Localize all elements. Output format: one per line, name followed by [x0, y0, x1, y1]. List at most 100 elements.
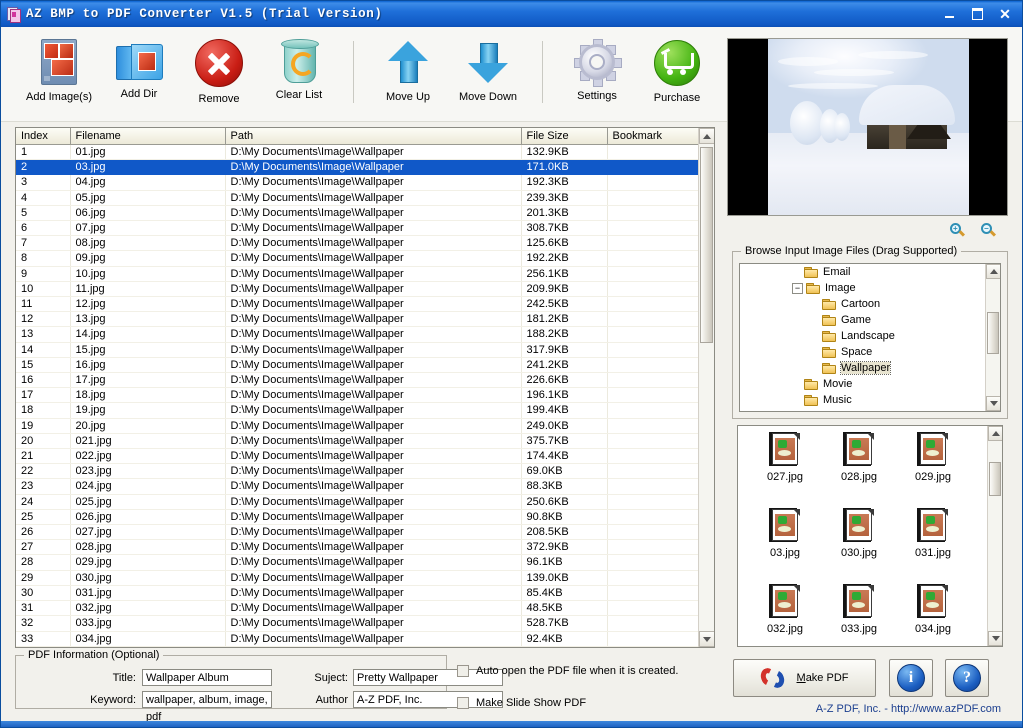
table-row[interactable]: 3 04.jpg D:\My Documents\Image\Wallpaper 19… [16, 174, 700, 191]
tree-scroll-up-arrow[interactable] [986, 264, 1000, 279]
table-row[interactable]: 30 031.jpg D:\My Documents\Image\Wallpaper… [16, 585, 700, 602]
thumbnail-scrollbar[interactable] [987, 426, 1002, 646]
image-preview[interactable] [727, 38, 1008, 216]
thumbnail-item[interactable]: 031.jpg [896, 508, 970, 584]
table-row[interactable]: 28 029.jpg D:\My Documents\Image\Wallpaper… [16, 554, 700, 571]
file-list-scrollbar[interactable] [698, 128, 714, 647]
zoom-in-icon[interactable]: + [950, 222, 966, 238]
zoom-out-icon[interactable]: − [981, 222, 997, 238]
table-row[interactable]: 23 024.jpg D:\My Documents\Image\Wallpaper… [16, 478, 700, 495]
table-row[interactable]: 1 01.jpg D:\My Documents\Image\Wallpaper 13… [16, 144, 700, 161]
table-row[interactable]: 11 12.jpg D:\My Documents\Image\Wallpaper 2… [16, 296, 700, 313]
thumbnail-item[interactable]: 030.jpg [822, 508, 896, 584]
tree-item-space[interactable]: Space [740, 344, 1000, 360]
table-row[interactable]: 16 17.jpg D:\My Documents\Image\Wallpaper 2… [16, 372, 700, 389]
footer-link[interactable]: A-Z PDF, Inc. - http://www.azPDF.com [727, 703, 1011, 715]
clear-list-button[interactable]: Clear List [259, 27, 339, 119]
column-header-path[interactable]: Path [225, 128, 522, 145]
scroll-down-arrow[interactable] [699, 631, 714, 647]
slide-show-checkbox-row[interactable]: Make Slide Show PDF [457, 697, 586, 709]
move-up-button[interactable]: Move Up [368, 27, 448, 119]
table-row[interactable]: 5 06.jpg D:\My Documents\Image\Wallpaper 20… [16, 205, 700, 222]
file-list[interactable]: Index Filename Path File Size Bookmark 1… [15, 127, 715, 648]
add-dir-button[interactable]: Add Dir [99, 27, 179, 119]
cell-filesize: 375.7KB [521, 433, 608, 450]
column-header-filename[interactable]: Filename [70, 128, 226, 145]
add-images-button[interactable]: Add Image(s) [19, 27, 99, 119]
table-row[interactable]: 24 025.jpg D:\My Documents\Image\Wallpaper… [16, 494, 700, 510]
table-row[interactable]: 19 20.jpg D:\My Documents\Image\Wallpaper 2… [16, 418, 700, 434]
table-row[interactable]: 2 03.jpg D:\My Documents\Image\Wallpaper 17… [16, 159, 700, 176]
cell-index: 25 [16, 509, 71, 526]
column-header-index[interactable]: Index [16, 128, 71, 145]
table-row[interactable]: 26 027.jpg D:\My Documents\Image\Wallpaper… [16, 524, 700, 541]
table-row[interactable]: 14 15.jpg D:\My Documents\Image\Wallpaper 3… [16, 342, 700, 358]
table-row[interactable]: 15 16.jpg D:\My Documents\Image\Wallpaper 2… [16, 357, 700, 374]
tree-scrollbar[interactable] [985, 264, 1000, 411]
tree-item-music[interactable]: Music [740, 392, 1000, 408]
tree-collapse-icon[interactable]: − [792, 282, 803, 294]
slide-show-checkbox[interactable] [457, 697, 469, 709]
thumb-scroll-down-arrow[interactable] [988, 631, 1002, 646]
settings-button[interactable]: Settings [557, 27, 637, 119]
tree-scroll-down-arrow[interactable] [986, 396, 1000, 411]
tree-item-cartoon[interactable]: Cartoon [740, 296, 1000, 312]
column-header-filesize[interactable]: File Size [521, 128, 608, 145]
tree-scrollbar-thumb[interactable] [987, 312, 999, 354]
close-button[interactable]: ✕ [992, 4, 1018, 23]
move-down-button[interactable]: Move Down [448, 27, 528, 119]
thumb-scroll-up-arrow[interactable] [988, 426, 1002, 441]
table-row[interactable]: 21 022.jpg D:\My Documents\Image\Wallpaper… [16, 448, 700, 465]
thumbnail-item[interactable]: 03.jpg [748, 508, 822, 584]
folder-tree[interactable]: Email − Image Cartoon Game Landscape Space Wall… [739, 263, 1001, 412]
tree-item-game[interactable]: Game [740, 312, 1000, 328]
info-button[interactable]: i [889, 659, 933, 697]
table-row[interactable]: 34035.jpgD:\My Documents\Image\Wallpaper… [16, 646, 700, 647]
minimize-button[interactable] [936, 4, 962, 23]
purchase-button[interactable]: Purchase [637, 27, 717, 119]
thumbnail-scrollbar-thumb[interactable] [989, 462, 1001, 496]
thumbnail-item[interactable]: 028.jpg [822, 432, 896, 508]
table-row[interactable]: 18 19.jpg D:\My Documents\Image\Wallpaper 1… [16, 402, 700, 419]
auto-open-checkbox[interactable] [457, 665, 469, 677]
tree-item-movie[interactable]: Movie [740, 376, 1000, 392]
table-row[interactable]: 32 033.jpg D:\My Documents\Image\Wallpaper… [16, 615, 700, 632]
tree-item-email[interactable]: Email [740, 264, 1000, 280]
table-row[interactable]: 20 021.jpg D:\My Documents\Image\Wallpaper… [16, 433, 700, 450]
table-row[interactable]: 29 030.jpg D:\My Documents\Image\Wallpaper… [16, 570, 700, 586]
scroll-up-arrow[interactable] [699, 128, 714, 144]
tree-item-landscape[interactable]: Landscape [740, 328, 1000, 344]
make-pdf-button[interactable]: Make PDF [733, 659, 876, 697]
auto-open-checkbox-row[interactable]: Auto open the PDF file when it is create… [457, 665, 678, 677]
keyword-input[interactable]: wallpaper, album, image, pdf [142, 691, 272, 723]
tree-item-image[interactable]: − Image [740, 280, 1000, 296]
tree-item-phot[interactable]: Phot [740, 408, 1000, 411]
thumbnail-browser[interactable]: 027.jpg 028.jpg 029.jpg 03.jpg 030.jpg 031.jp… [737, 425, 1003, 647]
table-row[interactable]: 9 10.jpg D:\My Documents\Image\Wallpaper 25… [16, 266, 700, 282]
table-row[interactable]: 33 034.jpg D:\My Documents\Image\Wallpaper… [16, 631, 700, 647]
table-row[interactable]: 12 13.jpg D:\My Documents\Image\Wallpaper 1… [16, 311, 700, 328]
column-header-bookmark[interactable]: Bookmark [607, 128, 700, 145]
table-row[interactable]: 7 08.jpg D:\My Documents\Image\Wallpaper 12… [16, 235, 700, 252]
table-row[interactable]: 6 07.jpg D:\My Documents\Image\Wallpaper 30… [16, 220, 700, 237]
thumbnail-item[interactable]: 033.jpg [822, 584, 896, 646]
table-row[interactable]: 22 023.jpg D:\My Documents\Image\Wallpaper… [16, 463, 700, 480]
table-row[interactable]: 17 18.jpg D:\My Documents\Image\Wallpaper 1… [16, 387, 700, 404]
remove-button[interactable]: Remove [179, 27, 259, 119]
table-row[interactable]: 27 028.jpg D:\My Documents\Image\Wallpaper… [16, 539, 700, 556]
table-row[interactable]: 31 032.jpg D:\My Documents\Image\Wallpaper… [16, 600, 700, 617]
table-row[interactable]: 25 026.jpg D:\My Documents\Image\Wallpaper… [16, 509, 700, 526]
table-row[interactable]: 10 11.jpg D:\My Documents\Image\Wallpaper 2… [16, 281, 700, 298]
table-row[interactable]: 4 05.jpg D:\My Documents\Image\Wallpaper 23… [16, 190, 700, 206]
thumbnail-item[interactable]: 029.jpg [896, 432, 970, 508]
scrollbar-thumb[interactable] [700, 147, 713, 343]
thumbnail-item[interactable]: 032.jpg [748, 584, 822, 646]
thumbnail-item[interactable]: 027.jpg [748, 432, 822, 508]
help-button[interactable]: ? [945, 659, 989, 697]
table-row[interactable]: 13 14.jpg D:\My Documents\Image\Wallpaper 1… [16, 326, 700, 343]
title-input[interactable]: Wallpaper Album [142, 669, 272, 686]
thumbnail-item[interactable]: 034.jpg [896, 584, 970, 646]
table-row[interactable]: 8 09.jpg D:\My Documents\Image\Wallpaper 19… [16, 250, 700, 267]
tree-item-wallpaper[interactable]: Wallpaper [740, 360, 1000, 376]
maximize-button[interactable] [964, 4, 990, 23]
